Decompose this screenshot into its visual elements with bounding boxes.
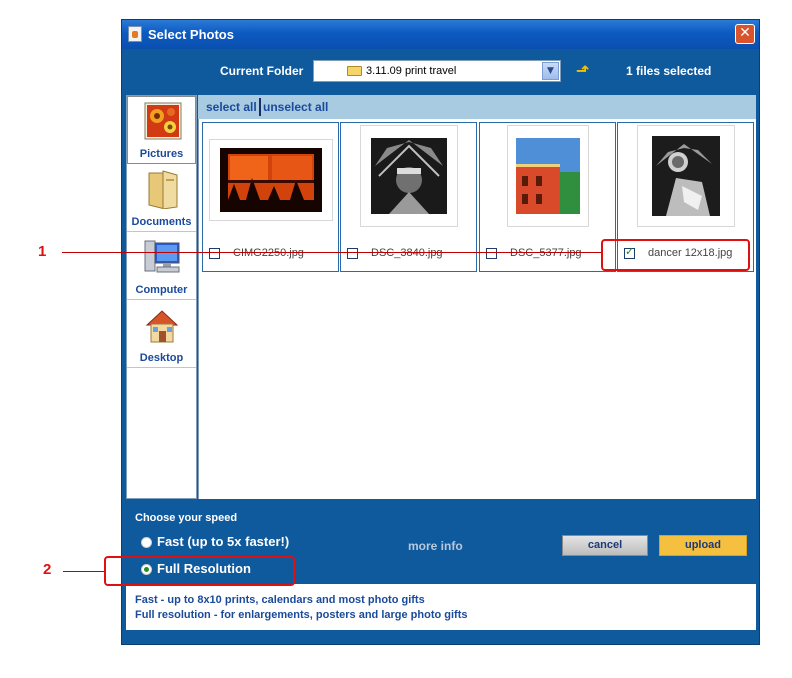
places-sidebar: Pictures Documents Computer Desktop bbox=[126, 95, 197, 499]
photo-thumbnail[interactable] bbox=[359, 125, 458, 227]
chevron-down-icon[interactable]: ▼ bbox=[542, 62, 559, 80]
callout-number-2: 2 bbox=[43, 561, 52, 578]
photo-checkbox[interactable] bbox=[347, 248, 358, 259]
computer-icon bbox=[144, 240, 180, 273]
current-folder-label: Current Folder bbox=[220, 64, 304, 78]
sidebar-item-label: Documents bbox=[131, 216, 192, 228]
java-app-icon bbox=[128, 26, 142, 42]
fast-radio[interactable] bbox=[141, 537, 152, 548]
sidebar-item-documents[interactable]: Documents bbox=[127, 164, 196, 232]
window-title: Select Photos bbox=[148, 27, 234, 42]
callout-line-2 bbox=[63, 571, 105, 572]
photo-tile[interactable]: DSC_5377.jpg bbox=[479, 122, 616, 272]
sidebar-item-label: Desktop bbox=[139, 352, 184, 364]
callout-box-1 bbox=[601, 239, 750, 271]
fast-description: Fast - up to 8x10 prints, calendars and … bbox=[135, 594, 425, 606]
photo-filename: DSC_5377.jpg bbox=[510, 247, 582, 259]
full-resolution-description: Full resolution - for enlargements, post… bbox=[135, 609, 468, 621]
sidebar-item-label: Pictures bbox=[139, 148, 184, 160]
photo-filename: DSC_3840.jpg bbox=[371, 247, 443, 259]
callout-box-2 bbox=[104, 556, 295, 586]
divider bbox=[259, 98, 261, 116]
photo-thumbnail[interactable] bbox=[208, 139, 333, 221]
callout-line-1 bbox=[62, 252, 602, 253]
photo-tile[interactable]: DSC_3840.jpg bbox=[340, 122, 477, 272]
photo-grid: CIMG2250.jpg DSC_3840.jpg DSC_5377.jpg ✓… bbox=[198, 119, 756, 499]
folder-up-icon[interactable]: ⬏ bbox=[576, 62, 594, 80]
sidebar-item-label: Computer bbox=[135, 284, 188, 296]
sidebar-item-computer[interactable]: Computer bbox=[127, 232, 196, 300]
photo-tile[interactable]: CIMG2250.jpg bbox=[202, 122, 339, 272]
select-all-link[interactable]: select all bbox=[206, 100, 257, 114]
fast-radio-label[interactable]: Fast (up to 5x faster!) bbox=[157, 534, 289, 549]
callout-number-1: 1 bbox=[38, 243, 47, 260]
files-selected-count: 1 files selected bbox=[626, 64, 712, 78]
current-folder-dropdown[interactable]: 3.11.09 print travel ▼ bbox=[313, 60, 561, 82]
photo-thumbnail[interactable] bbox=[506, 125, 589, 227]
select-photos-window: Select Photos ✕ Current Folder 3.11.09 p… bbox=[121, 19, 760, 645]
selection-bar: select all unselect all bbox=[198, 95, 756, 119]
photo-filename: CIMG2250.jpg bbox=[233, 247, 304, 259]
folder-icon bbox=[347, 66, 362, 76]
more-info-link[interactable]: more info bbox=[408, 539, 463, 553]
photo-checkbox[interactable] bbox=[209, 248, 220, 259]
pictures-icon bbox=[144, 102, 182, 140]
current-folder-value: 3.11.09 print travel bbox=[366, 65, 457, 77]
photo-checkbox[interactable] bbox=[486, 248, 497, 259]
close-button[interactable]: ✕ bbox=[735, 24, 755, 44]
unselect-all-link[interactable]: unselect all bbox=[263, 100, 328, 114]
desktop-icon bbox=[145, 310, 179, 343]
sidebar-item-desktop[interactable]: Desktop bbox=[127, 300, 196, 368]
documents-icon bbox=[148, 170, 178, 209]
speed-heading: Choose your speed bbox=[135, 512, 238, 524]
speed-description: Fast - up to 8x10 prints, calendars and … bbox=[126, 584, 756, 630]
sidebar-item-pictures[interactable]: Pictures bbox=[127, 96, 196, 164]
photo-thumbnail[interactable] bbox=[636, 125, 735, 227]
cancel-button[interactable]: cancel bbox=[562, 535, 648, 556]
title-bar[interactable]: Select Photos ✕ bbox=[122, 20, 759, 49]
upload-button[interactable]: upload bbox=[659, 535, 747, 556]
